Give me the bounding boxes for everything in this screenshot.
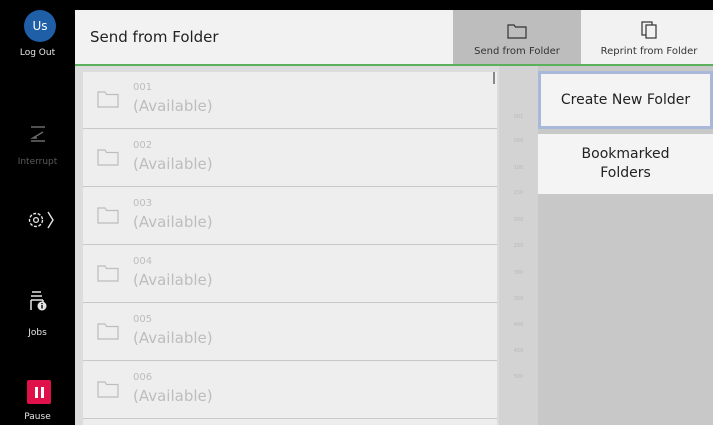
index-label[interactable]: 050 [499,138,538,144]
folder-status: (Available) [133,155,213,173]
folder-list[interactable]: 001 (Available) 002 (Available) 003 (Ava… [83,72,497,425]
index-label[interactable]: 200 [499,217,538,223]
folder-number: 003 [133,198,153,209]
folder-status: (Available) [133,387,213,405]
folder-index-bar[interactable]: 001 050 100 150 200 250 300 350 400 450 … [499,66,538,425]
folder-row[interactable]: 004 (Available) [83,246,497,303]
folder-icon [97,149,119,166]
tab-send-from-folder[interactable]: Send from Folder [453,10,581,64]
folder-icon [97,207,119,224]
folder-row[interactable]: 001 (Available) [83,72,497,129]
pause-label: Pause [24,412,51,422]
folder-status: (Available) [133,271,213,289]
copy-pages-icon [641,21,657,39]
pause-icon-bar [34,386,38,398]
folder-icon [97,323,119,340]
folder-number: 001 [133,82,153,93]
index-label[interactable]: 400 [499,322,538,328]
bookmarked-folders-button[interactable]: Bookmarked Folders [538,134,713,194]
interrupt-button[interactable]: Interrupt [0,157,75,167]
folder-row[interactable]: 002 (Available) [83,130,497,187]
index-label[interactable]: 150 [499,190,538,196]
pause-icon-bar [40,386,44,398]
folder-number: 006 [133,372,153,383]
page-title: Send from Folder [90,28,219,46]
sidebar: Us Log Out Interrupt Jobs Pause [0,0,75,425]
folder-number: 004 [133,256,153,267]
tab-label: Reprint from Folder [600,46,698,57]
folder-row[interactable]: 005 (Available) [83,304,497,361]
index-label[interactable]: 300 [499,270,538,276]
pause-button[interactable] [27,380,51,404]
scrollbar-thumb[interactable] [493,72,495,84]
index-label[interactable]: 001 [499,114,538,120]
folder-status: (Available) [133,97,213,115]
tab-reprint-from-folder[interactable]: Reprint from Folder [585,10,713,64]
folder-list-area: 001 (Available) 002 (Available) 003 (Ava… [75,66,538,425]
create-new-folder-button[interactable]: Create New Folder [538,71,713,129]
gear-icon[interactable] [26,208,56,232]
folder-status: (Available) [133,213,213,231]
folder-number: 002 [133,140,153,151]
interrupt-icon [27,124,49,144]
folder-icon [97,381,119,398]
index-label[interactable]: 500 [499,374,538,380]
action-panel: Create New Folder Bookmarked Folders [538,66,713,425]
tab-label: Send from Folder [474,46,560,57]
index-label[interactable]: 250 [499,243,538,249]
user-avatar[interactable]: Us [24,10,56,42]
index-label[interactable]: 450 [499,348,538,354]
folder-icon [97,91,119,108]
jobs-label: Jobs [28,328,47,338]
folder-row[interactable]: 003 (Available) [83,188,497,245]
folder-icon [97,265,119,282]
folder-icon [507,24,527,39]
folder-status: (Available) [133,329,213,347]
index-label[interactable]: 350 [499,296,538,302]
index-label[interactable]: 100 [499,165,538,171]
header: Send from Folder Send from Folder Reprin… [75,10,713,66]
jobs-icon[interactable] [29,290,49,312]
folder-row[interactable]: 006 (Available) [83,362,497,419]
logout-button[interactable]: Log Out [0,48,75,58]
folder-number: 005 [133,314,153,325]
